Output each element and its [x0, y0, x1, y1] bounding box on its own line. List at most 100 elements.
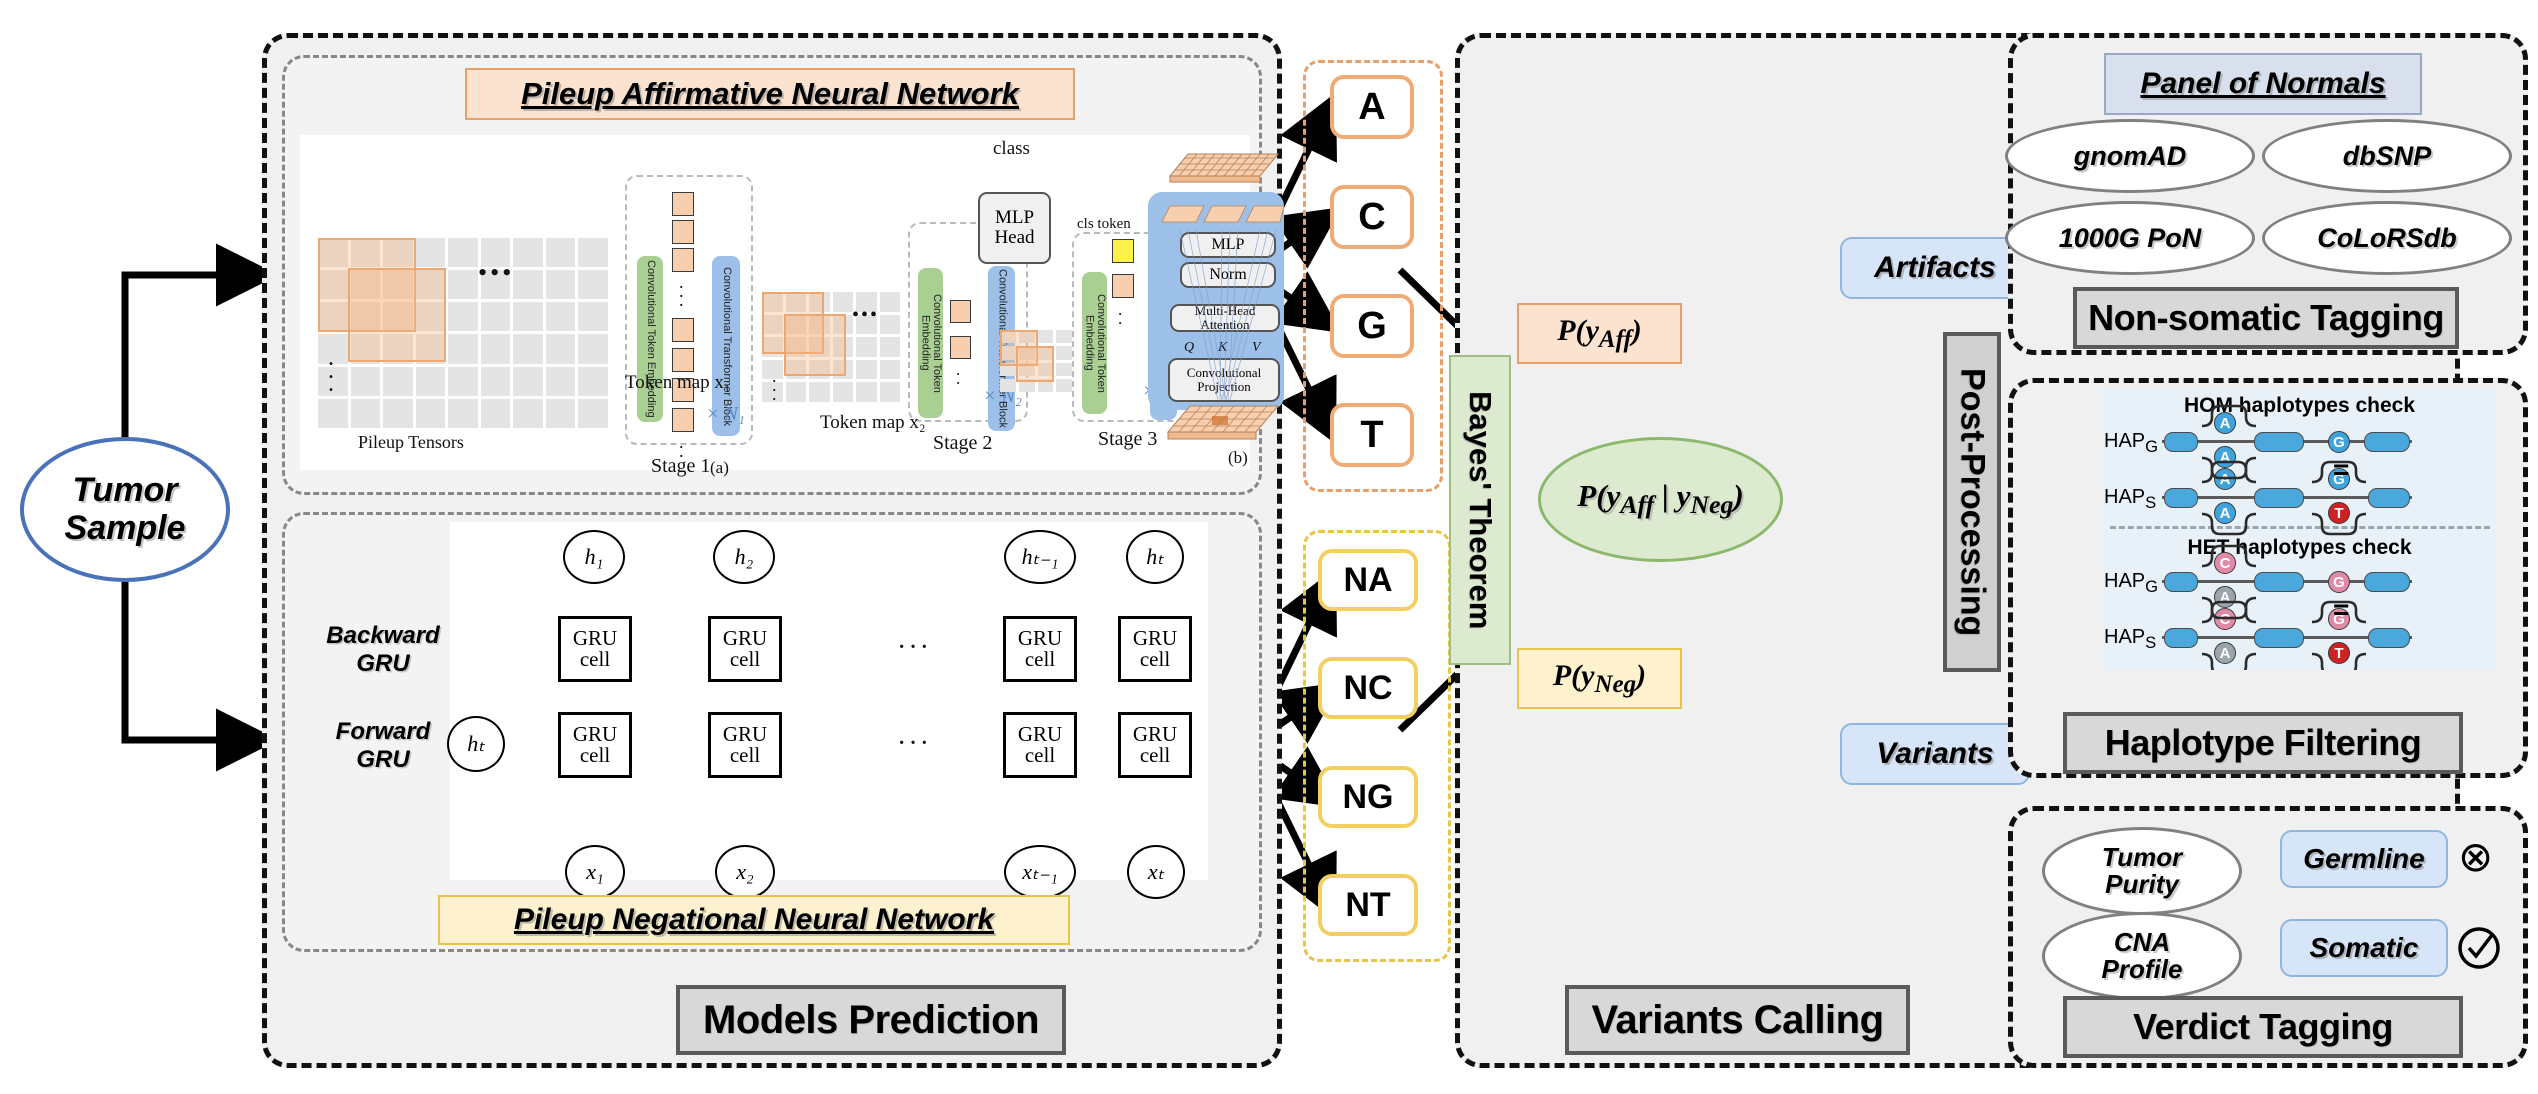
- call-somatic: Somatic: [2280, 919, 2448, 977]
- db-dbsnp: dbSNP: [2262, 119, 2512, 193]
- mlp-head-box: MLP Head: [978, 192, 1051, 264]
- prob-negational-chip: P(yNeg): [1517, 648, 1682, 709]
- backward-gru-cell-2: GRU cell: [708, 616, 782, 682]
- prob-affirmative-text: P(yAff): [1557, 313, 1642, 353]
- initial-hidden-state: hₜ: [447, 716, 505, 772]
- germline-reject-icon: ⊗: [2458, 833, 2494, 880]
- input-xt: xₜ: [1127, 845, 1185, 899]
- token-s1-3: [672, 248, 694, 272]
- base-box-c: C: [1330, 185, 1414, 249]
- forward-gru-cell-1: GRU cell: [558, 712, 632, 778]
- stage-1-repeat: × N₁: [706, 403, 745, 425]
- tumor-sample-label-line2: Sample: [64, 508, 186, 547]
- token-s3-dots: ..: [1118, 300, 1123, 328]
- negational-title: Pileup Negational Neural Network: [438, 895, 1070, 945]
- token-s1-5: [672, 348, 694, 372]
- conv-kernel-b: [348, 268, 446, 362]
- backward-ellipsis: ···: [897, 632, 931, 663]
- subfig-b-label: (b): [1228, 448, 1248, 467]
- variants-output: Variants: [1840, 723, 2030, 785]
- forward-gru-label: Forward GRU: [335, 718, 431, 773]
- cls-token-label: cls token: [1077, 216, 1131, 232]
- cls-token-box: [1112, 239, 1134, 263]
- haplotype-diagram: HOM haplotypes check HET haplotypes chec…: [2102, 388, 2497, 670]
- stage-3-embedding: Convolutional Token Embedding: [1082, 272, 1107, 414]
- verdict-tagging-plate: Verdict Tagging: [2063, 996, 2463, 1058]
- base-box-nt: NT: [1318, 874, 1418, 936]
- negational-canvas: [450, 522, 1208, 880]
- posterior-text: P(yAff | yNeg): [1577, 478, 1744, 520]
- tumor-sample-node: Tumor Sample: [20, 437, 230, 582]
- token-s2-dots: ..: [956, 360, 961, 388]
- forward-ellipsis: ···: [897, 728, 931, 759]
- token-s1-dots-top: ...: [679, 272, 684, 310]
- models-prediction-plate: Models Prediction: [676, 985, 1066, 1055]
- hidden-output-ht: hₜ: [1126, 530, 1184, 584]
- artifacts-output: Artifacts: [1840, 237, 2030, 299]
- base-box-nc: NC: [1318, 657, 1418, 719]
- conv-kernel-d: [784, 314, 846, 376]
- db-colorsdb: CoLoRSdb: [2262, 201, 2512, 275]
- stage-3-label: Stage 3: [1098, 428, 1158, 450]
- subfig-a-label: (a): [710, 458, 729, 477]
- panel-of-normals-title: Panel of Normals: [2104, 53, 2422, 115]
- call-germline: Germline: [2280, 830, 2448, 888]
- somatic-accept-icon: [2458, 927, 2500, 969]
- forward-gru-cell-2: GRU cell: [708, 712, 782, 778]
- input-x1: x₁: [565, 845, 625, 899]
- token-s1-4: [672, 318, 694, 342]
- x1-hdots: •••: [852, 304, 880, 326]
- bayes-theorem-banner: Bayes' Theorem: [1449, 355, 1511, 665]
- token-s2-2: [950, 336, 971, 359]
- stage-2-label: Stage 2: [933, 432, 993, 454]
- backward-gru-cell-1: GRU cell: [558, 616, 632, 682]
- token-map-x1-label: Token map x₁: [625, 372, 731, 393]
- hidden-output-h1: h₁: [563, 530, 625, 584]
- attention-fan-lines: [1179, 229, 1277, 401]
- non-somatic-tagging-plate: Non-somatic Tagging: [2073, 287, 2459, 349]
- token-s1-7: [672, 408, 694, 432]
- conv-kernel-f: [1016, 346, 1054, 382]
- factor-cna-profile: CNA Profile: [2042, 912, 2242, 1000]
- input-x2: x₂: [715, 845, 775, 899]
- token-s1-1: [672, 192, 694, 216]
- factor-tumor-purity: Tumor Purity: [2042, 827, 2242, 915]
- stage-2-embedding: Convolutional Token Embedding: [918, 268, 943, 418]
- stage-1-embedding: Convolutional Token Embedding: [637, 256, 663, 422]
- token-s1-2: [672, 220, 694, 244]
- output-feature-cube: [1152, 142, 1280, 186]
- stage-1-label: Stage 1: [651, 455, 711, 477]
- tensor-vdots: ...: [328, 345, 334, 398]
- posterior-probability-node: P(yAff | yNeg): [1538, 437, 1783, 562]
- base-box-na: NA: [1318, 549, 1418, 611]
- backward-gru-cell-t-1: GRU cell: [1003, 616, 1077, 682]
- backward-gru-label: Backward GRU: [326, 622, 440, 677]
- base-box-t: T: [1330, 403, 1414, 467]
- backward-gru-cell-t: GRU cell: [1118, 616, 1192, 682]
- token-s2-1: [950, 300, 971, 323]
- token-s3-1: [1112, 274, 1134, 298]
- affirmative-title: Pileup Affirmative Neural Network: [465, 68, 1075, 120]
- class-output-label: class: [993, 138, 1030, 159]
- db-1000g-pon: 1000G PoN: [2005, 201, 2255, 275]
- tensor-hdots: •••: [478, 258, 515, 287]
- base-box-ng: NG: [1318, 766, 1418, 828]
- variants-calling-plate: Variants Calling: [1565, 985, 1910, 1055]
- forward-gru-cell-t-1: GRU cell: [1003, 712, 1077, 778]
- tumor-sample-label-line1: Tumor: [72, 471, 178, 510]
- haplotype-filtering-plate: Haplotype Filtering: [2063, 712, 2463, 774]
- base-box-g: G: [1330, 294, 1414, 358]
- token-map-x2-label: Token map x₂: [820, 412, 926, 433]
- x1-vdots: ...: [772, 366, 777, 404]
- forward-gru-cell-t: GRU cell: [1118, 712, 1192, 778]
- base-box-a: A: [1330, 75, 1414, 139]
- input-xt-1: xₜ₋₁: [1004, 845, 1076, 899]
- pileup-tensors-label: Pileup Tensors: [358, 432, 464, 452]
- prob-negational-text: P(yNeg): [1552, 658, 1647, 698]
- prob-affirmative-chip: P(yAff): [1517, 303, 1682, 364]
- hidden-output-h2: h₂: [713, 530, 775, 584]
- db-gnomad: gnomAD: [2005, 119, 2255, 193]
- post-processing-banner: Post-Processing: [1943, 332, 2001, 672]
- hidden-output-ht-1: hₜ₋₁: [1004, 530, 1076, 584]
- haplotype-brackets: [2201, 404, 2367, 670]
